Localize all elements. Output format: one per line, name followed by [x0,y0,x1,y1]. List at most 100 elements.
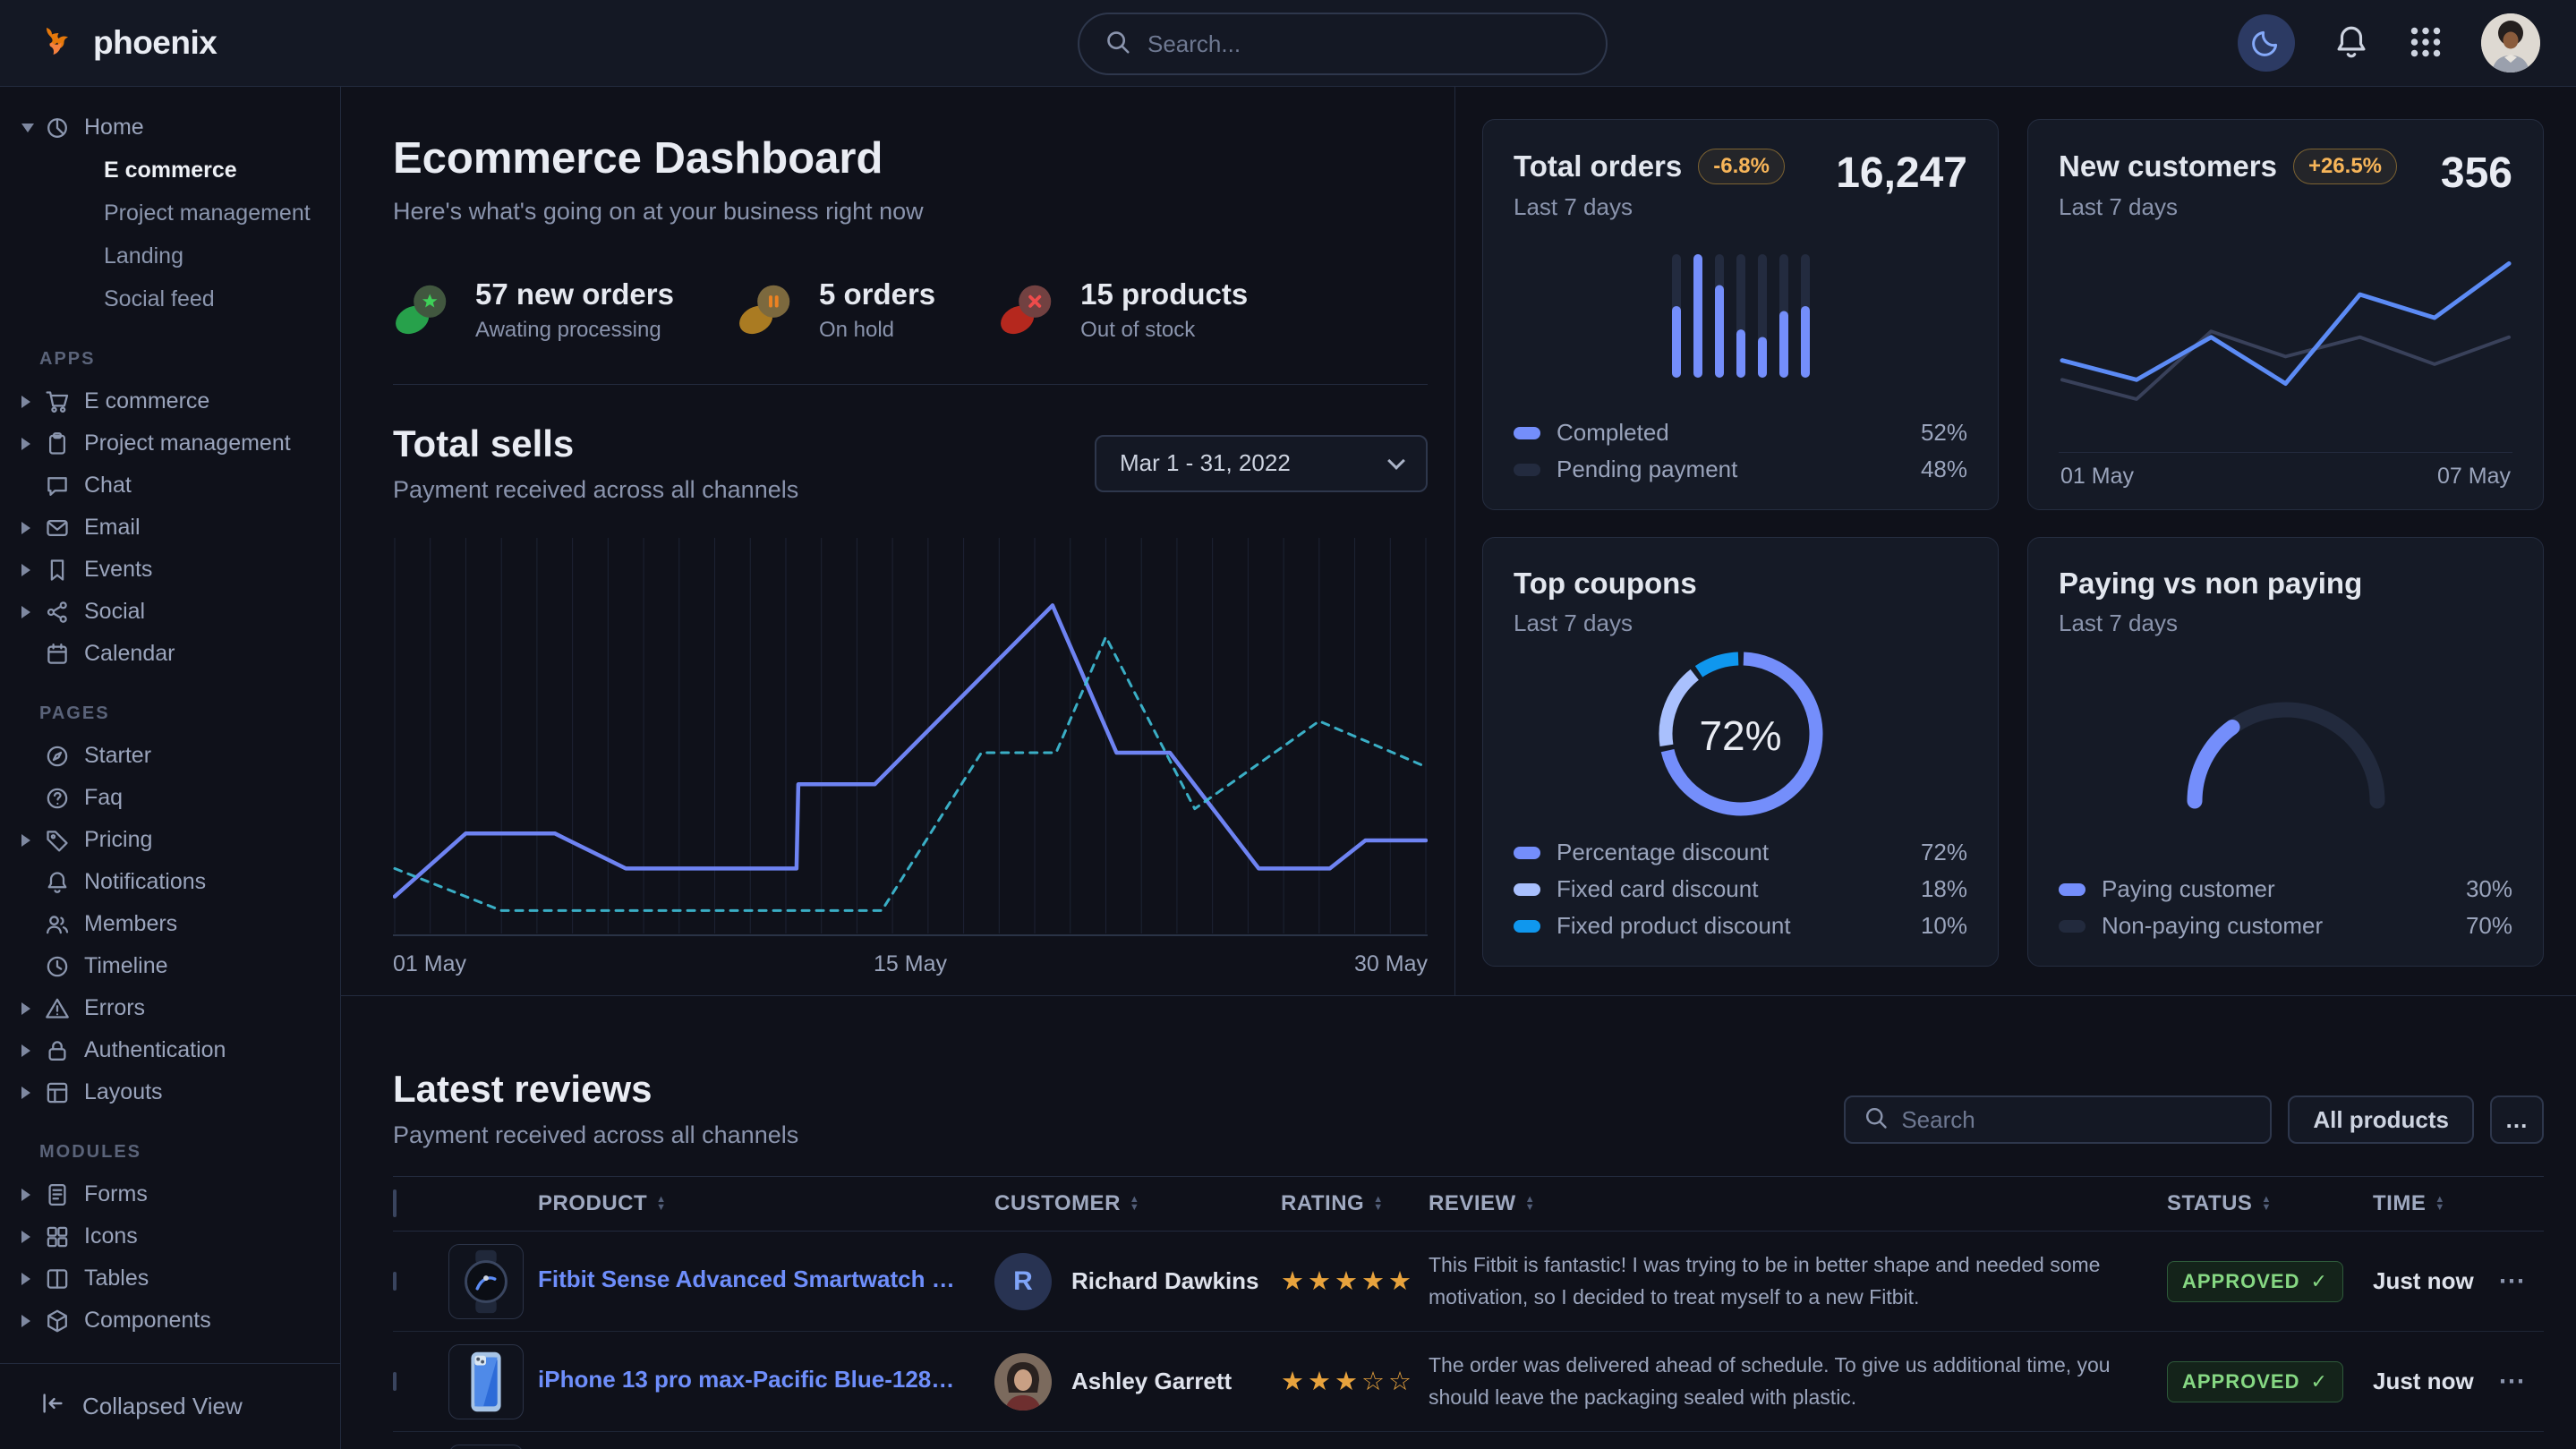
total-sells-chart [393,538,1428,937]
sidebar-subitem-social-feed[interactable]: Social feed [0,277,340,320]
sort-icon[interactable]: ▲▼ [1373,1196,1383,1212]
sidebar-item-starter[interactable]: Starter [0,735,340,777]
review-text: This Fitbit is fantastic! I was trying t… [1429,1249,2167,1313]
sidebar-item-errors[interactable]: Errors [0,987,340,1029]
sidebar-nav: Home E commerceProject managementLanding… [0,87,340,1363]
legend-value: 10% [1921,912,1967,940]
legend-item-paying-customer: Paying customer 30% [2059,871,2512,908]
column-header-rating[interactable]: RATING ▲▼ [1281,1191,1429,1216]
reviews-search-input[interactable] [1901,1106,2252,1134]
caret-right-icon [21,564,45,576]
sort-icon[interactable]: ▲▼ [656,1196,666,1212]
sidebar-item-pricing[interactable]: Pricing [0,819,340,861]
column-header-product[interactable]: PRODUCT ▲▼ [538,1191,994,1216]
sidebar-item-events[interactable]: Events [0,549,340,591]
apps-grid-button[interactable] [2408,24,2444,63]
sidebar-item-components[interactable]: Components [0,1300,340,1342]
sidebar-item-notifications[interactable]: Notifications [0,861,340,903]
x-axis-tick: 01 May [393,951,466,977]
sidebar-item-icons[interactable]: Icons [0,1215,340,1257]
reviews-table: PRODUCT ▲▼ CUSTOMER ▲▼ RATING ▲▼ REVIEW … [393,1176,2544,1449]
column-header-time[interactable]: TIME ▲▼ [2373,1191,2498,1216]
collapse-view-toggle[interactable]: Collapsed View [0,1363,340,1449]
clipboard-icon [45,431,70,456]
sidebar-subitem-e-commerce[interactable]: E commerce [0,149,340,192]
theme-toggle-button[interactable] [2238,14,2295,72]
orders-legend: Completed 52% Pending payment 48% [1514,414,1967,488]
card-title: Top coupons [1514,567,1697,601]
all-products-button[interactable]: All products [2288,1095,2474,1144]
column-label: PRODUCT [538,1191,647,1216]
legend-item-fixed-card-discount: Fixed card discount 18% [1514,871,1967,908]
sort-icon[interactable]: ▲▼ [2435,1196,2444,1212]
navbar-actions [2238,13,2540,72]
reviews-search[interactable] [1844,1095,2272,1144]
sidebar-item-social[interactable]: Social [0,591,340,633]
stat-value: 15 products [1080,277,1248,311]
sidebar-item-label: Starter [84,743,151,769]
sidebar-item-forms[interactable]: Forms [0,1173,340,1215]
select-all-checkbox[interactable] [393,1189,397,1217]
user-avatar[interactable] [2481,13,2540,72]
sidebar-item-tables[interactable]: Tables [0,1257,340,1300]
legend-label: Non-paying customer [2102,912,2323,940]
order-stats-row: 57 new orders Awating processing 5 order… [393,277,1428,385]
paying-legend: Paying customer 30% Non-paying customer … [2059,871,2512,944]
sidebar-item-faq[interactable]: Faq [0,777,340,819]
stat-sublabel: On hold [819,318,935,343]
sidebar-item-label: Social [84,599,145,625]
new-customers-card: New customers +26.5% Last 7 days 356 01 … [2027,119,2544,510]
row-checkbox[interactable] [393,1372,397,1391]
sidebar-item-calendar[interactable]: Calendar [0,633,340,675]
row-actions-button[interactable]: ⋯ [2498,1366,2525,1397]
paying-card: Paying vs non paying Last 7 days Paying … [2027,537,2544,967]
sort-icon[interactable]: ▲▼ [2261,1196,2271,1212]
sidebar-subitem-landing[interactable]: Landing [0,234,340,277]
search-input[interactable] [1147,30,1581,58]
table-row: Fitbit Sense Advanced Smartwatch with To… [393,1232,2544,1332]
sidebar-item-members[interactable]: Members [0,903,340,945]
product-link[interactable]: iPhone 13 pro max-Pacific Blue-128GB sto… [538,1366,968,1394]
sidebar-item-timeline[interactable]: Timeline [0,945,340,987]
sidebar-item-chat[interactable]: Chat [0,465,340,507]
table-header-row: PRODUCT ▲▼ CUSTOMER ▲▼ RATING ▲▼ REVIEW … [393,1176,2544,1232]
sidebar-item-home[interactable]: Home [0,107,340,149]
caret-right-icon [21,522,45,534]
card-period: Last 7 days [2059,193,2397,221]
global-search[interactable] [1078,13,1608,75]
top-navbar: phoenix [0,0,2576,87]
sidebar-item-label: Project management [84,430,291,456]
date-range-select[interactable]: Mar 1 - 31, 2022 [1095,435,1428,492]
notifications-button[interactable] [2333,23,2370,64]
legend-swatch [1514,920,1540,933]
stat-awating-processing: 57 new orders Awating processing [393,277,674,343]
row-checkbox[interactable] [393,1272,397,1291]
sort-icon[interactable]: ▲▼ [1525,1196,1535,1212]
sort-icon[interactable]: ▲▼ [1130,1196,1139,1212]
sidebar-item-label: Tables [84,1266,149,1291]
sidebar-item-project-management[interactable]: Project management [0,422,340,465]
column-label: REVIEW [1429,1191,1516,1216]
product-link[interactable]: Fitbit Sense Advanced Smartwatch with To… [538,1266,968,1293]
envelope-icon [45,516,70,541]
row-actions-button[interactable]: ⋯ [2498,1266,2525,1297]
calendar-icon [45,642,70,667]
column-header-review[interactable]: REVIEW ▲▼ [1429,1191,2167,1216]
more-options-button[interactable]: ... [2490,1095,2544,1144]
column-label: RATING [1281,1191,1364,1216]
legend-label: Fixed card discount [1557,875,1758,903]
column-header-status[interactable]: STATUS ▲▼ [2167,1191,2373,1216]
sidebar-subitem-project-management[interactable]: Project management [0,192,340,234]
sidebar-item-e-commerce[interactable]: E commerce [0,380,340,422]
sidebar-item-authentication[interactable]: Authentication [0,1029,340,1071]
sidebar-item-email[interactable]: Email [0,507,340,549]
file-icon [45,1182,70,1207]
legend-swatch [2059,920,2086,933]
legend-value: 52% [1921,419,1967,447]
top-coupons-card: Top coupons Last 7 days 72% Percentage d… [1482,537,1999,967]
sidebar-item-layouts[interactable]: Layouts [0,1071,340,1113]
stat-sublabel: Awating processing [475,318,674,343]
brand[interactable]: phoenix [36,20,217,67]
column-header-customer[interactable]: CUSTOMER ▲▼ [994,1191,1281,1216]
column-label: STATUS [2167,1191,2252,1216]
